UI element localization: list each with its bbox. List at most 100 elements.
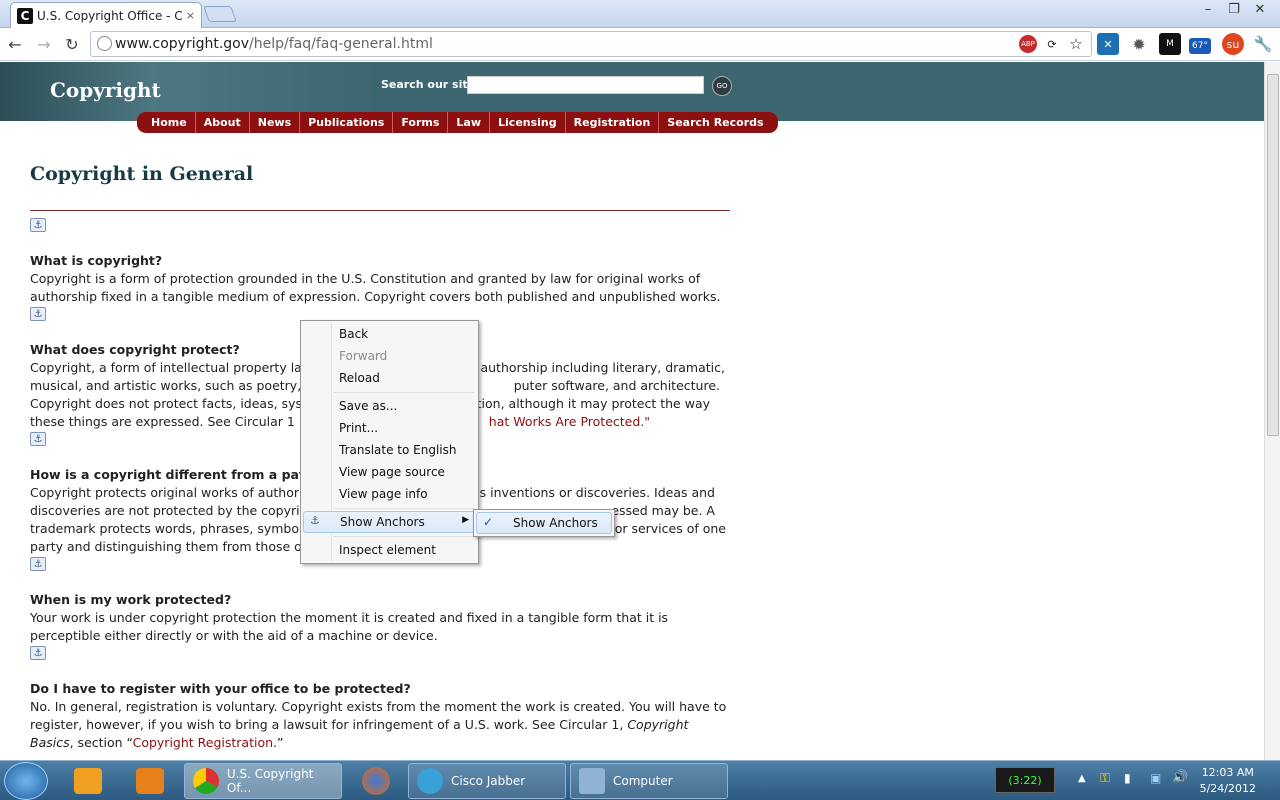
faq-answer-text: trademark protects words, phrases, symbo bbox=[30, 521, 299, 536]
nav-law[interactable]: Law bbox=[448, 112, 491, 133]
site-logo[interactable]: Copyright bbox=[50, 78, 161, 102]
faq-question: Do I have to register with your office t… bbox=[30, 681, 411, 696]
clock-time: 12:03 AM bbox=[1201, 766, 1254, 779]
minimize-icon[interactable]: – bbox=[1196, 0, 1220, 18]
nav-registration[interactable]: Registration bbox=[566, 112, 660, 133]
scrollbar-thumb[interactable] bbox=[1267, 74, 1279, 436]
signal-icon[interactable]: ▮ bbox=[1124, 771, 1131, 785]
taskbar-label: U.S. Copyright Of... bbox=[226, 767, 314, 795]
bookmark-star-icon[interactable]: ☆ bbox=[1067, 35, 1085, 53]
menu-item-inspect[interactable]: Inspect element bbox=[303, 540, 476, 560]
volume-icon[interactable]: 🔊 bbox=[1172, 770, 1188, 785]
nav-licensing[interactable]: Licensing bbox=[490, 112, 566, 133]
faq-answer-text: Copyright protects original works of aut… bbox=[30, 485, 299, 500]
menu-item-save-as[interactable]: Save as... bbox=[303, 396, 476, 416]
tab-close-icon[interactable]: × bbox=[186, 9, 195, 22]
new-tab-button[interactable] bbox=[203, 6, 237, 22]
nav-about[interactable]: About bbox=[196, 112, 250, 133]
tray-security-icon[interactable]: ⚿ bbox=[1100, 771, 1110, 786]
page-content: Copyright Search our site GO Home About … bbox=[0, 62, 1264, 760]
outlook-icon[interactable] bbox=[62, 764, 114, 798]
faq-answer: Copyright is a form of protection ground… bbox=[30, 271, 721, 304]
nav-forms[interactable]: Forms bbox=[393, 112, 449, 133]
extension-m-icon[interactable]: M bbox=[1159, 33, 1181, 55]
registration-link[interactable]: Copyright Registration bbox=[133, 735, 273, 750]
anchor-icon[interactable]: ⚓ bbox=[30, 432, 46, 446]
circular-link[interactable]: hat Works Are Protected." bbox=[489, 413, 650, 431]
nav-publications[interactable]: Publications bbox=[300, 112, 394, 133]
search-label: Search our site bbox=[381, 78, 476, 91]
faq-answer-text: discoveries are not protected by the cop… bbox=[30, 503, 300, 518]
anchor-icon[interactable]: ⚓ bbox=[30, 307, 46, 321]
menu-item-show-anchors[interactable]: ⚓ Show Anchors ▶ bbox=[303, 511, 476, 533]
url-path: /help/faq/faq-general.html bbox=[249, 36, 433, 52]
menu-item-forward[interactable]: Forward bbox=[303, 346, 476, 366]
weather-icon[interactable]: 67° bbox=[1189, 38, 1211, 54]
norton-icon[interactable] bbox=[124, 764, 176, 798]
adblock-icon[interactable]: ABP bbox=[1019, 35, 1037, 53]
window-controls: – ❐ ✕ bbox=[1196, 0, 1272, 18]
taskbar-label: Cisco Jabber bbox=[451, 774, 526, 788]
show-anchors-submenu: ✓ Show Anchors bbox=[473, 509, 615, 537]
browser-toolbar: ← → ↻ www.copyright.gov/help/faq/faq-gen… bbox=[0, 28, 1280, 61]
menu-item-translate[interactable]: Translate to English bbox=[303, 440, 476, 460]
extension-x-icon[interactable]: ✕ bbox=[1097, 33, 1119, 55]
taskbar-label: Computer bbox=[613, 774, 673, 788]
menu-item-label: Show Anchors bbox=[340, 515, 425, 529]
start-button[interactable] bbox=[4, 762, 48, 800]
page-scrollbar[interactable] bbox=[1264, 62, 1280, 760]
faq-answer-text: these things are expressed. See Circular… bbox=[30, 414, 295, 429]
faq-answer-text: authorship including literary, dramatic, bbox=[480, 360, 725, 375]
menu-item-print[interactable]: Print... bbox=[303, 418, 476, 438]
menu-item-back[interactable]: Back bbox=[303, 324, 476, 344]
computer-icon bbox=[579, 768, 605, 794]
anchor-icon[interactable]: ⚓ bbox=[30, 557, 46, 571]
taskbar-chrome[interactable]: U.S. Copyright Of... bbox=[184, 763, 342, 799]
wrench-icon[interactable]: 🔧 bbox=[1252, 33, 1274, 55]
submenu-arrow-icon: ▶ bbox=[462, 515, 469, 525]
jabber-icon bbox=[417, 768, 443, 794]
faq-answer-text: puter software, and architecture. bbox=[513, 378, 720, 393]
gear-extension-icon[interactable]: ✹ bbox=[1128, 33, 1150, 55]
chrome-icon bbox=[193, 768, 219, 794]
copyright-favicon-icon: C bbox=[17, 7, 33, 24]
nav-news[interactable]: News bbox=[250, 112, 301, 133]
menu-item-reload[interactable]: Reload bbox=[303, 368, 476, 388]
close-window-icon[interactable]: ✕ bbox=[1248, 0, 1272, 18]
anchor-icon[interactable]: ⚓ bbox=[30, 646, 46, 660]
taskbar-computer[interactable]: Computer bbox=[570, 763, 728, 799]
network-icon[interactable]: ▣ bbox=[1150, 771, 1161, 785]
tray-expand-icon[interactable]: ▲ bbox=[1078, 773, 1086, 784]
firefox-icon[interactable] bbox=[350, 764, 402, 798]
faq-answer-text: musical, and artistic works, such as poe… bbox=[30, 378, 302, 393]
stumbleupon-icon[interactable]: su bbox=[1222, 33, 1244, 55]
faq-item: When is my work protected? Your work is … bbox=[30, 591, 730, 645]
faq-question: What is copyright? bbox=[30, 253, 163, 268]
sync-icon[interactable]: ⟳ bbox=[1043, 35, 1061, 53]
faq-question: When is my work protected? bbox=[30, 592, 232, 607]
back-arrow-icon[interactable]: ← bbox=[4, 34, 26, 54]
forward-arrow-icon[interactable]: → bbox=[33, 34, 55, 54]
reload-icon[interactable]: ↻ bbox=[61, 34, 83, 54]
taskbar-cisco-jabber[interactable]: Cisco Jabber bbox=[408, 763, 566, 799]
menu-item-page-info[interactable]: View page info bbox=[303, 484, 476, 504]
menu-item-view-source[interactable]: View page source bbox=[303, 462, 476, 482]
site-search-input[interactable] bbox=[467, 76, 704, 94]
site-nav: Home About News Publications Forms Law L… bbox=[137, 112, 778, 133]
restore-icon[interactable]: ❐ bbox=[1222, 0, 1246, 18]
nav-home[interactable]: Home bbox=[143, 112, 196, 133]
system-clock[interactable]: 12:03 AM 5/24/2012 bbox=[1200, 765, 1256, 797]
faq-item: What is copyright? Copyright is a form o… bbox=[30, 252, 730, 306]
faq-answer-text: or services of one bbox=[614, 521, 726, 536]
nav-search-records[interactable]: Search Records bbox=[659, 112, 771, 133]
address-bar[interactable]: www.copyright.gov/help/faq/faq-general.h… bbox=[90, 31, 1092, 57]
battery-indicator[interactable]: (3:22) bbox=[995, 767, 1055, 793]
checkmark-icon: ✓ bbox=[483, 515, 494, 529]
tab-copyright-office[interactable]: C U.S. Copyright Office - Cop × bbox=[10, 2, 202, 28]
clock-date: 5/24/2012 bbox=[1199, 782, 1256, 795]
anchor-icon[interactable]: ⚓ bbox=[30, 218, 46, 232]
submenu-item-show-anchors[interactable]: ✓ Show Anchors bbox=[476, 512, 612, 534]
faq-answer-text: Copyright, a form of intellectual proper… bbox=[30, 360, 302, 375]
search-go-button[interactable]: GO bbox=[712, 76, 732, 96]
browser-titlebar: C U.S. Copyright Office - Cop × – ❐ ✕ bbox=[0, 0, 1280, 28]
